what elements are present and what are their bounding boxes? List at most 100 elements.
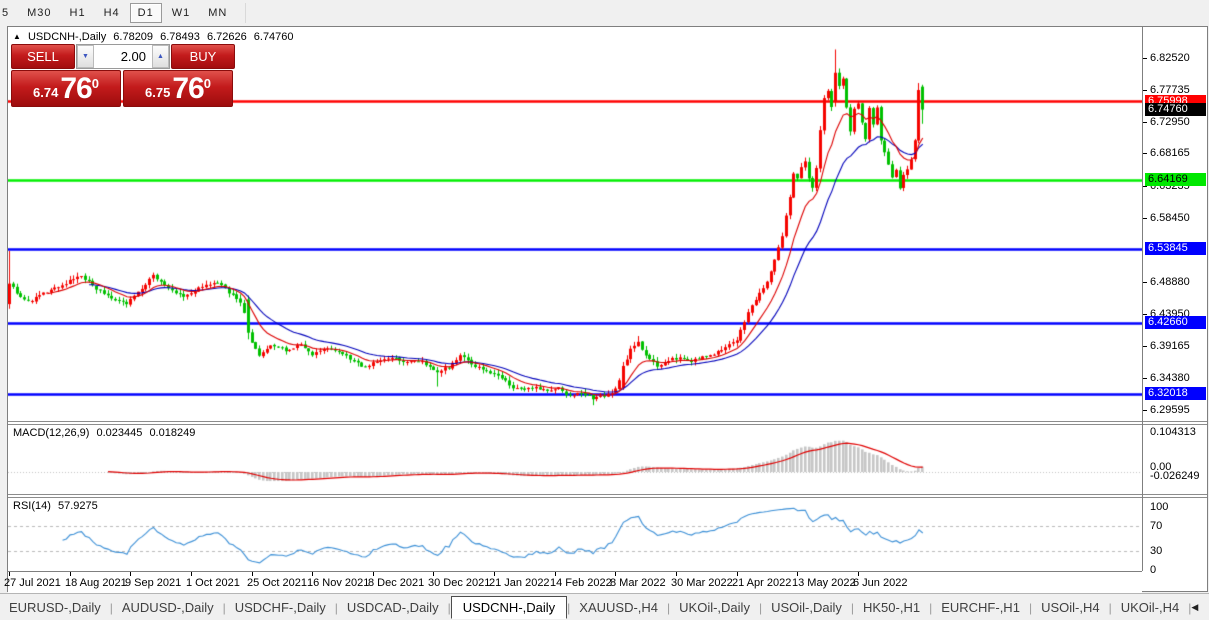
ohlc-low: 6.72626 bbox=[206, 31, 247, 43]
macd-axis-label: -0.026249 bbox=[1150, 470, 1200, 482]
macd-signal-value: 0.018249 bbox=[149, 427, 196, 439]
tab-hk50-h1[interactable]: HK50-,H1 bbox=[854, 597, 929, 618]
tab-scroll-left-icon[interactable]: ◀ bbox=[1191, 602, 1198, 613]
tab-xauusd-h4[interactable]: XAUUSD-,H4 bbox=[570, 597, 667, 618]
date-tick-mark bbox=[70, 572, 71, 576]
price-tick-mark bbox=[1143, 218, 1147, 219]
price-tick-label: 6.39165 bbox=[1150, 340, 1190, 352]
rsi-axis-label: 30 bbox=[1150, 545, 1163, 558]
price-tick-mark bbox=[1143, 282, 1147, 283]
rsi-pane-canvas[interactable] bbox=[8, 497, 1142, 571]
date-tick-mark bbox=[615, 572, 616, 576]
price-tick-label: 6.58450 bbox=[1150, 212, 1190, 224]
date-tick-mark bbox=[191, 572, 192, 576]
buy-price-point: 0 bbox=[203, 76, 211, 91]
one-click-trade-panel: SELL ▼ ▲ BUY 6.74 76 0 6.75 76 0 bbox=[11, 44, 235, 107]
date-tick-label: 16 Nov 2021 bbox=[307, 577, 370, 589]
trading-terminal-window: 5 M30 H1 H4 D1 W1 MN ▲ USDCNH-,Daily 6.78209 6… bbox=[0, 0, 1209, 620]
date-tick-label: 21 Apr 2022 bbox=[732, 577, 792, 589]
sell-price-point: 0 bbox=[91, 76, 99, 91]
volume-decrease-icon[interactable]: ▼ bbox=[77, 45, 94, 68]
date-tick-mark bbox=[858, 572, 859, 576]
volume-input[interactable] bbox=[94, 45, 152, 68]
date-tick-label: 6 Jun 2022 bbox=[853, 577, 908, 589]
tab-usoil-h4[interactable]: USOil-,H4 bbox=[1032, 597, 1109, 618]
price-tick-mark bbox=[1143, 58, 1147, 59]
price-tick-mark bbox=[1143, 90, 1147, 91]
price-level-badge: 6.32018 bbox=[1145, 387, 1206, 400]
buy-price-pips: 76 bbox=[172, 72, 204, 105]
timeframe-button-mn[interactable]: MN bbox=[200, 3, 235, 23]
macd-label: MACD(12,26,9) 0.023445 0.018249 bbox=[13, 427, 199, 439]
symbol-tab-bar: EURUSD-,Daily | AUDUSD-,Daily | USDCHF-,Dail… bbox=[0, 593, 1209, 620]
tab-usdcnh-daily[interactable]: USDCNH-,Daily bbox=[450, 596, 568, 619]
price-level-badge: 6.64169 bbox=[1145, 173, 1206, 186]
ohlc-close: 6.74760 bbox=[253, 31, 294, 43]
date-tick-mark bbox=[312, 572, 313, 576]
tab-audusd-daily[interactable]: AUDUSD-,Daily bbox=[113, 597, 223, 618]
ohlc-high: 6.78493 bbox=[160, 31, 200, 43]
macd-axis-label: 0.104313 bbox=[1150, 426, 1196, 438]
tab-eurchf-h1[interactable]: EURCHF-,H1 bbox=[932, 597, 1029, 618]
tab-eurusd-daily[interactable]: EURUSD-,Daily bbox=[0, 597, 110, 618]
tab-usoil-daily[interactable]: USOil-,Daily bbox=[762, 597, 851, 618]
tab-ukoil-h4[interactable]: UKOil-,H4 bbox=[1112, 597, 1189, 618]
price-tick-mark bbox=[1143, 122, 1147, 123]
date-axis: 27 Jul 2021 18 Aug 2021 9 Sep 2021 1 Oct 20… bbox=[4, 571, 1142, 593]
volume-stepper: ▼ ▲ bbox=[76, 44, 170, 69]
price-tick-mark bbox=[1143, 153, 1147, 154]
timeframe-button-w1[interactable]: W1 bbox=[164, 3, 199, 23]
chart-title: ▲ USDCNH-,Daily 6.78209 6.78493 6.72626 … bbox=[13, 31, 298, 43]
timeframe-button-d1[interactable]: D1 bbox=[129, 2, 162, 23]
timeframe-button-h4[interactable]: H4 bbox=[96, 3, 128, 23]
timeframe-button-5[interactable]: 5 bbox=[0, 3, 17, 23]
chart-window: ▲ USDCNH-,Daily 6.78209 6.78493 6.72626 … bbox=[4, 26, 1208, 593]
price-tick-mark bbox=[1143, 346, 1147, 347]
date-tick-mark bbox=[797, 572, 798, 576]
date-tick-mark bbox=[252, 572, 253, 576]
date-tick-label: 30 Mar 2022 bbox=[671, 577, 733, 589]
rsi-axis-label: 0 bbox=[1150, 564, 1157, 576]
date-tick-label: 14 Feb 2022 bbox=[550, 577, 612, 589]
rsi-axis-label: 70 bbox=[1150, 519, 1163, 532]
buy-button[interactable]: BUY bbox=[171, 44, 235, 69]
sell-price-button[interactable]: 6.74 76 0 bbox=[11, 70, 121, 107]
price-axis-divider bbox=[1142, 27, 1143, 571]
date-tick-label: 27 Jul 2021 bbox=[4, 577, 61, 589]
collapse-icon[interactable]: ▲ bbox=[13, 32, 21, 41]
buy-price-button[interactable]: 6.75 76 0 bbox=[123, 70, 233, 107]
price-tick-mark bbox=[1143, 378, 1147, 379]
date-tick-label: 18 Aug 2021 bbox=[65, 577, 127, 589]
sell-price-pips: 76 bbox=[60, 72, 92, 105]
date-tick-mark bbox=[555, 572, 556, 576]
volume-increase-icon[interactable]: ▲ bbox=[152, 45, 169, 68]
sell-price-main: 6.74 bbox=[33, 85, 59, 100]
price-tick-label: 6.82520 bbox=[1150, 52, 1190, 64]
price-tick-label: 6.34380 bbox=[1150, 372, 1190, 384]
date-tick-mark bbox=[676, 572, 677, 576]
buy-price-main: 6.75 bbox=[145, 85, 171, 100]
tab-usdcad-daily[interactable]: USDCAD-,Daily bbox=[338, 597, 448, 618]
timeframe-button-h1[interactable]: H1 bbox=[62, 3, 94, 23]
tab-usdchf-daily[interactable]: USDCHF-,Daily bbox=[226, 597, 335, 618]
date-tick-label: 8 Dec 2021 bbox=[368, 577, 425, 589]
date-tick-label: 1 Oct 2021 bbox=[186, 577, 240, 589]
date-tick-mark bbox=[130, 572, 131, 576]
timeframe-toolbar: 5 M30 H1 H4 D1 W1 MN bbox=[0, 0, 1209, 25]
timeframe-button-m30[interactable]: M30 bbox=[19, 3, 59, 23]
price-tick-mark bbox=[1143, 186, 1147, 187]
rsi-label: RSI(14) 57.9275 bbox=[13, 500, 102, 512]
sell-button[interactable]: SELL bbox=[11, 44, 75, 69]
price-tick-mark bbox=[1143, 314, 1147, 315]
date-tick-mark bbox=[737, 572, 738, 576]
tab-ukoil-daily[interactable]: UKOil-,Daily bbox=[670, 597, 759, 618]
date-tick-mark bbox=[433, 572, 434, 576]
date-tick-label: 13 May 2022 bbox=[792, 577, 856, 589]
date-tick-mark bbox=[494, 572, 495, 576]
date-tick-label: 21 Jan 2022 bbox=[489, 577, 550, 589]
date-tick-label: 25 Oct 2021 bbox=[247, 577, 307, 589]
rsi-axis-label: 100 bbox=[1150, 501, 1169, 513]
price-level-badge: 6.74760 bbox=[1145, 103, 1206, 116]
rsi-value: 57.9275 bbox=[57, 500, 98, 512]
ohlc-open: 6.78209 bbox=[113, 31, 154, 43]
